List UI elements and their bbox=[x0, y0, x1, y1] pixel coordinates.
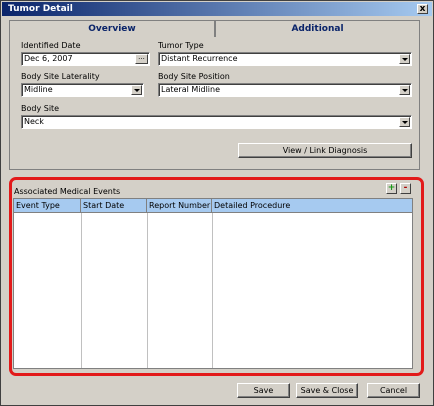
body-site-position-value: Lateral Midline bbox=[161, 85, 221, 94]
body-site-position-label: Body Site Position bbox=[158, 72, 230, 81]
col-report-number[interactable]: Report Number bbox=[147, 199, 212, 213]
body-site-position-select[interactable]: Lateral Midline bbox=[158, 83, 412, 97]
identified-date-label: Identified Date bbox=[21, 41, 81, 50]
tab-additional[interactable]: Additional bbox=[215, 20, 420, 37]
chevron-down-icon[interactable] bbox=[399, 85, 410, 95]
save-button[interactable]: Save bbox=[237, 383, 290, 398]
column-divider bbox=[147, 213, 148, 368]
tumor-type-label: Tumor Type bbox=[158, 41, 204, 50]
identified-date-value: Dec 6, 2007 bbox=[24, 54, 73, 63]
events-table[interactable]: Event Type Start Date Report Number Deta… bbox=[13, 198, 413, 369]
col-start-date[interactable]: Start Date bbox=[81, 199, 147, 213]
cancel-button[interactable]: Cancel bbox=[367, 383, 420, 398]
chevron-down-icon[interactable] bbox=[131, 85, 142, 95]
close-button[interactable]: x bbox=[417, 4, 428, 14]
window-title: Tumor Detail bbox=[8, 4, 73, 14]
body-site-laterality-value: Midline bbox=[24, 85, 53, 94]
body-site-laterality-select[interactable]: Midline bbox=[21, 83, 144, 97]
body-site-laterality-label: Body Site Laterality bbox=[21, 72, 100, 81]
add-event-button[interactable]: + bbox=[386, 183, 397, 194]
date-picker-button[interactable]: ... bbox=[135, 54, 148, 64]
column-divider bbox=[212, 213, 213, 368]
tumor-detail-dialog: Tumor Detail x Overview Additional Ident… bbox=[0, 0, 434, 406]
associated-events-title: Associated Medical Events bbox=[14, 187, 121, 196]
body-site-label: Body Site bbox=[21, 104, 60, 113]
col-event-type[interactable]: Event Type bbox=[14, 199, 81, 213]
remove-event-button[interactable]: - bbox=[400, 183, 411, 194]
col-detailed-procedure[interactable]: Detailed Procedure bbox=[212, 199, 412, 213]
tab-overview[interactable]: Overview bbox=[9, 20, 215, 37]
tumor-type-select[interactable]: Distant Recurrence bbox=[158, 52, 412, 66]
save-close-button[interactable]: Save & Close bbox=[296, 383, 358, 398]
tumor-type-value: Distant Recurrence bbox=[161, 54, 238, 63]
identified-date-field[interactable]: Dec 6, 2007 ... bbox=[21, 52, 150, 66]
body-site-value: Neck bbox=[24, 117, 44, 126]
column-divider bbox=[81, 213, 82, 368]
table-header: Event Type Start Date Report Number Deta… bbox=[14, 199, 412, 213]
body-site-select[interactable]: Neck bbox=[21, 115, 412, 129]
chevron-down-icon[interactable] bbox=[399, 54, 410, 64]
chevron-down-icon[interactable] bbox=[399, 117, 410, 127]
title-bar: Tumor Detail x bbox=[2, 2, 432, 16]
view-link-diagnosis-button[interactable]: View / Link Diagnosis bbox=[238, 143, 412, 158]
